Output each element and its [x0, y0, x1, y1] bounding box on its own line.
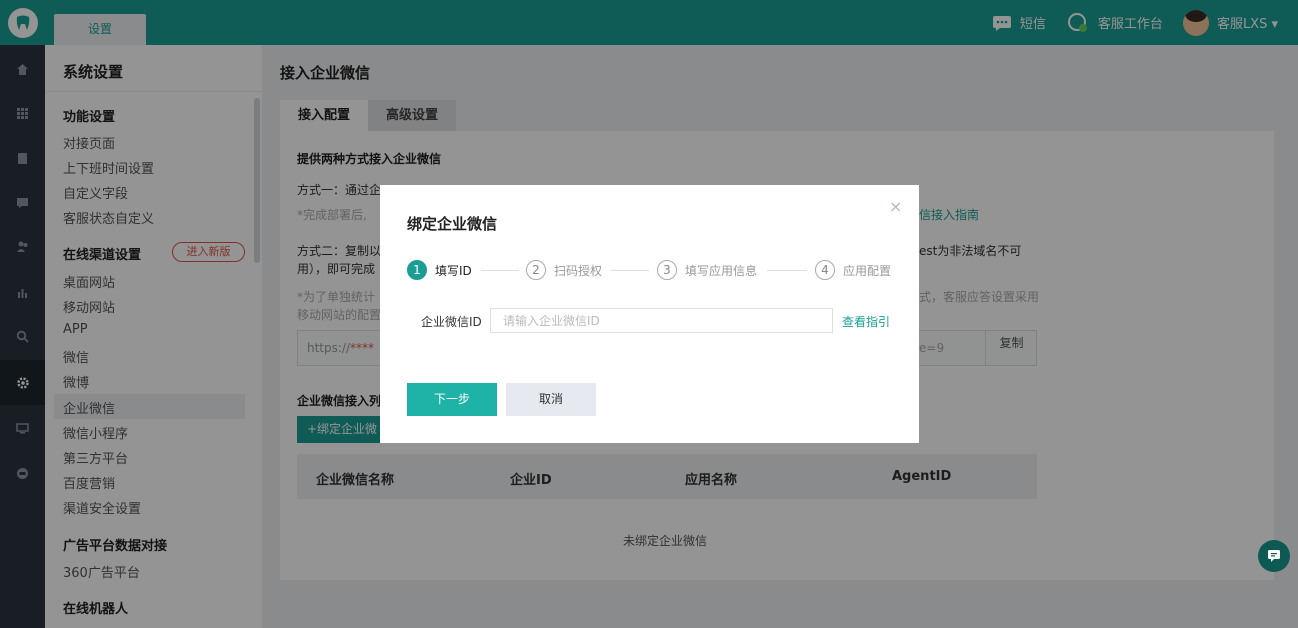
step-label: 填写应用信息	[685, 263, 758, 278]
step-app-config: 4 应用配置	[815, 260, 891, 280]
next-step-button[interactable]: 下一步	[407, 383, 497, 416]
dialog-title: 绑定企业微信	[407, 215, 498, 233]
wecom-id-input[interactable]	[490, 308, 833, 333]
step-number: 2	[526, 260, 546, 280]
step-connector	[767, 270, 807, 271]
cancel-button[interactable]: 取消	[506, 383, 596, 416]
view-guide-link[interactable]: 查看指引	[842, 313, 890, 330]
step-label: 填写ID	[435, 263, 472, 278]
step-number: 4	[815, 260, 835, 280]
step-label: 扫码授权	[554, 263, 603, 278]
wecom-id-label: 企业微信ID	[421, 315, 482, 329]
message-fab-icon[interactable]	[1258, 540, 1290, 572]
step-connector	[611, 270, 649, 271]
step-scan-auth: 2 扫码授权	[526, 260, 602, 280]
step-connector	[481, 270, 519, 271]
close-icon[interactable]: ×	[889, 197, 902, 216]
step-number: 3	[657, 260, 677, 280]
step-app-info: 3 填写应用信息	[657, 260, 757, 280]
step-fill-id: 1 填写ID	[407, 260, 472, 280]
step-label: 应用配置	[843, 263, 892, 278]
step-number: 1	[407, 260, 427, 280]
